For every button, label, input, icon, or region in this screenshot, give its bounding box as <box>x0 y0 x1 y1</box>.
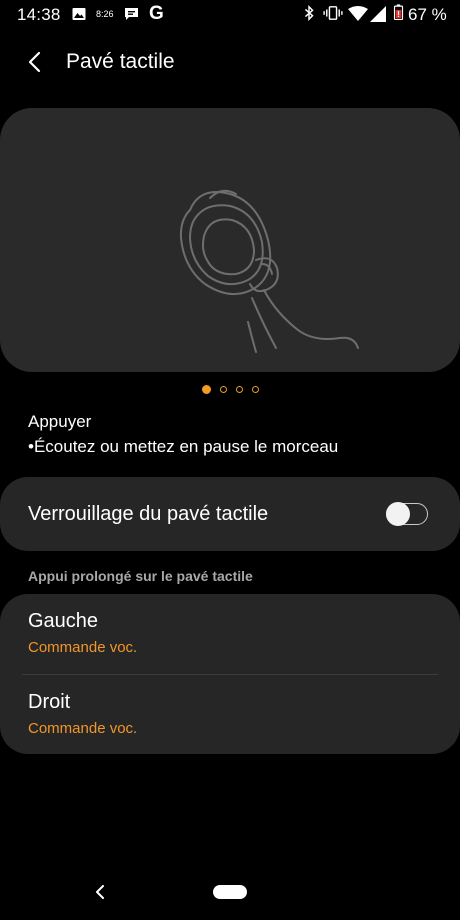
long-press-card: Gauche Commande voc. Droit Commande voc. <box>0 594 460 754</box>
long-press-left-value: Commande voc. <box>28 639 138 656</box>
nav-back-icon[interactable] <box>94 884 106 900</box>
bluetooth-icon <box>304 5 314 21</box>
long-press-section-title: Appui prolongé sur le pavé tactile <box>28 568 253 584</box>
toggle-thumb <box>386 502 410 526</box>
touchpad-lock-row[interactable]: Verrouillage du pavé tactile <box>0 477 460 551</box>
page-dot-3[interactable] <box>235 386 243 393</box>
long-press-left-item[interactable]: Gauche Commande voc. <box>0 594 460 674</box>
message-icon <box>125 8 138 20</box>
page-dot-4[interactable] <box>251 386 259 393</box>
long-press-right-item[interactable]: Droit Commande voc. <box>0 674 460 754</box>
status-small-label: 8:26 <box>96 9 114 19</box>
status-bar: 14:38 8:26 G 67 % <box>0 0 460 30</box>
touchpad-lock-label: Verrouillage du pavé tactile <box>28 503 269 525</box>
g-app-icon: G <box>149 3 164 24</box>
gesture-description: •Écoutez ou mettez en pause le morceau <box>28 437 339 456</box>
page-dot-1[interactable] <box>201 385 211 394</box>
long-press-right-label: Droit <box>28 691 71 713</box>
battery-percent: 67 % <box>408 5 447 24</box>
chevron-left-icon[interactable] <box>24 50 46 74</box>
long-press-right-value: Commande voc. <box>28 720 138 737</box>
page-title: Pavé tactile <box>66 50 175 73</box>
battery-icon <box>393 4 404 20</box>
page-indicator <box>0 385 460 397</box>
image-icon <box>72 8 86 20</box>
page-dot-2[interactable] <box>219 386 227 393</box>
long-press-left-label: Gauche <box>28 610 99 632</box>
signal-icon <box>370 6 386 22</box>
wifi-icon <box>348 6 368 21</box>
nav-home-pill[interactable] <box>213 885 247 899</box>
status-time: 14:38 <box>17 5 61 24</box>
vibrate-icon <box>323 6 343 20</box>
app-header: Pavé tactile <box>0 40 460 84</box>
touchpad-lock-toggle[interactable] <box>386 502 428 526</box>
earbud-touch-icon <box>179 189 359 353</box>
gesture-title: Appuyer <box>28 412 92 431</box>
illustration-card[interactable] <box>0 108 460 372</box>
